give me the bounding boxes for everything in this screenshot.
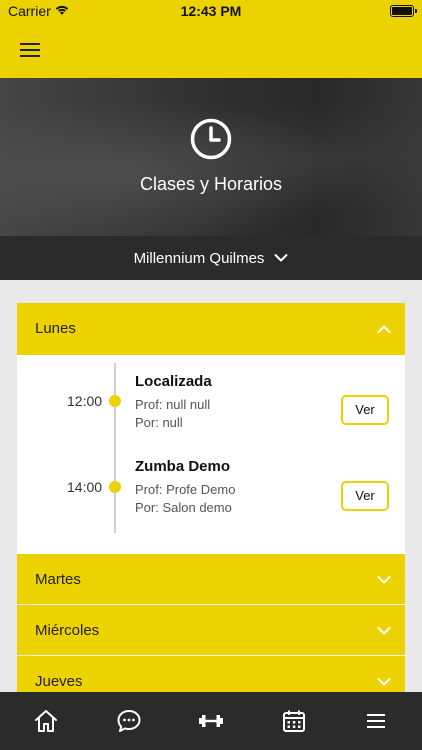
day-header-lunes[interactable]: Lunes xyxy=(17,303,405,355)
day-header-jueves[interactable]: Jueves xyxy=(17,656,405,692)
class-time: 12:00 xyxy=(67,393,103,409)
status-bar: Carrier 12:43 PM xyxy=(0,0,422,22)
location-label: Millennium Quilmes xyxy=(133,249,265,267)
chevron-down-icon xyxy=(377,678,391,686)
location-selector[interactable]: Millennium Quilmes xyxy=(0,236,422,280)
day-label: Jueves xyxy=(35,673,83,690)
day-header-martes[interactable]: Martes xyxy=(17,554,405,604)
day-label: Martes xyxy=(35,571,81,588)
chevron-up-icon xyxy=(377,325,391,333)
menu-icon[interactable] xyxy=(363,708,389,734)
ver-button[interactable]: Ver xyxy=(341,481,389,511)
day-header-miercoles[interactable]: Miércoles xyxy=(17,605,405,655)
class-name: Localizada xyxy=(135,373,212,390)
calendar-icon[interactable] xyxy=(281,708,307,734)
class-place: Por: null xyxy=(135,415,183,430)
battery-icon xyxy=(390,5,417,17)
home-icon[interactable] xyxy=(33,708,59,734)
hero-banner: Clases y Horarios xyxy=(0,78,422,236)
class-prof: Prof: Profe Demo xyxy=(135,482,236,497)
day-label: Lunes xyxy=(35,320,76,337)
timeline-line xyxy=(114,363,116,533)
timeline-dot xyxy=(109,481,121,493)
class-name: Zumba Demo xyxy=(135,458,231,475)
chevron-down-icon xyxy=(377,627,391,635)
hamburger-menu-icon[interactable] xyxy=(20,40,42,60)
class-time: 14:00 xyxy=(67,479,103,495)
chevron-down-icon xyxy=(274,254,288,262)
chat-icon[interactable] xyxy=(116,708,142,734)
app-header xyxy=(0,22,422,78)
day-schedule-lunes: 12:00 Localizada Prof: null null Por: nu… xyxy=(17,355,405,554)
page-title: Clases y Horarios xyxy=(139,174,283,194)
timeline-dot xyxy=(109,395,121,407)
day-label: Miércoles xyxy=(35,622,100,639)
bottom-tab-bar xyxy=(0,692,422,750)
ver-button[interactable]: Ver xyxy=(341,395,389,425)
dumbbell-icon[interactable] xyxy=(198,708,224,734)
status-time: 12:43 PM xyxy=(180,3,242,19)
chevron-down-icon xyxy=(377,576,391,584)
class-place: Por: Salon demo xyxy=(135,500,232,515)
clock-icon xyxy=(190,118,232,160)
class-prof: Prof: null null xyxy=(135,397,211,412)
